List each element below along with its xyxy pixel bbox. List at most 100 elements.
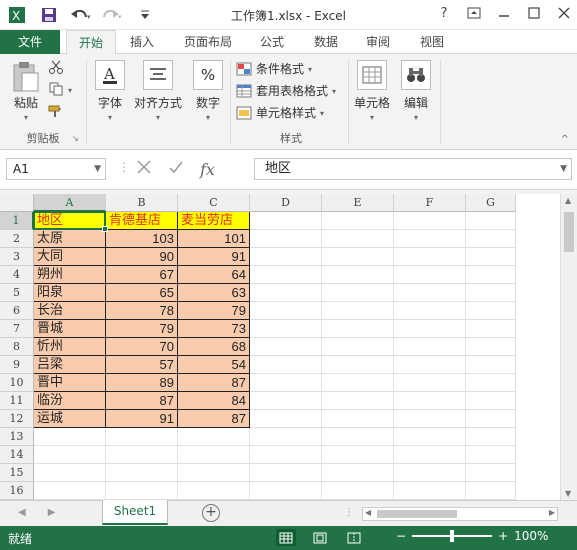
row-header-6[interactable]: 6 [0,302,34,320]
zoom-out-icon[interactable]: − [396,529,406,543]
name-box-dropdown-icon[interactable]: ▼ [94,159,101,179]
cell[interactable] [394,284,466,302]
horizontal-scrollbar[interactable]: ◀ ▶ [362,507,558,521]
row-header-1[interactable]: 1 [0,212,34,230]
cell[interactable] [466,266,516,284]
cell[interactable] [394,428,466,446]
header-cell-c1[interactable]: 麦当劳店 [178,212,250,230]
cell[interactable] [466,320,516,338]
cell[interactable] [394,230,466,248]
row-header-16[interactable]: 16 [0,482,34,500]
cell[interactable] [250,428,322,446]
cell[interactable] [466,230,516,248]
cell[interactable] [394,266,466,284]
cell[interactable] [322,374,394,392]
tab-review[interactable]: 审阅 [358,30,398,54]
row-header-5[interactable]: 5 [0,284,34,302]
cell[interactable] [34,428,106,446]
column-header-c[interactable]: C [178,194,250,212]
name-box[interactable]: A1 ▼ [6,158,106,180]
page-layout-view-icon[interactable] [310,529,330,546]
cell[interactable] [250,284,322,302]
row-header-9[interactable]: 9 [0,356,34,374]
row-header-13[interactable]: 13 [0,428,34,446]
data-cell-c11[interactable]: 84 [178,392,250,410]
zoom-level[interactable]: 100% [514,529,548,543]
cell[interactable] [250,320,322,338]
fill-handle[interactable] [102,226,108,232]
cell[interactable] [394,302,466,320]
cell[interactable] [466,428,516,446]
format-painter-button[interactable] [48,104,64,118]
cell[interactable] [466,464,516,482]
data-cell-a9[interactable]: 吕梁 [34,356,106,374]
data-cell-a8[interactable]: 忻州 [34,338,106,356]
conditional-format-button[interactable]: 条件格式 ▾ [236,60,312,77]
enter-icon[interactable] [168,159,184,179]
row-header-11[interactable]: 11 [0,392,34,410]
cell[interactable] [394,482,466,500]
paste-button[interactable]: 粘贴 ▾ [8,60,44,122]
cell[interactable] [466,446,516,464]
cell[interactable] [322,482,394,500]
cell[interactable] [466,338,516,356]
cell[interactable] [250,374,322,392]
cell[interactable] [466,248,516,266]
formula-input[interactable]: 地区 ▼ [254,158,572,180]
data-cell-c10[interactable]: 87 [178,374,250,392]
cell[interactable] [250,356,322,374]
zoom-in-icon[interactable]: + [498,529,508,543]
font-button[interactable]: A 字体 ▾ [92,60,128,122]
cell[interactable] [178,464,250,482]
data-cell-c5[interactable]: 63 [178,284,250,302]
scroll-left-icon[interactable]: ◀ [365,508,371,517]
data-cell-b2[interactable]: 103 [106,230,178,248]
cell[interactable] [322,446,394,464]
header-cell-b1[interactable]: 肯德基店 [106,212,178,230]
cell[interactable] [34,464,106,482]
data-cell-b4[interactable]: 67 [106,266,178,284]
row-header-15[interactable]: 15 [0,464,34,482]
copy-button[interactable]: ▾ [48,82,72,96]
data-cell-a3[interactable]: 大同 [34,248,106,266]
cell[interactable] [466,302,516,320]
cell[interactable] [322,338,394,356]
tab-page-layout[interactable]: 页面布局 [176,30,240,54]
row-header-8[interactable]: 8 [0,338,34,356]
cell[interactable] [394,464,466,482]
data-cell-a11[interactable]: 临汾 [34,392,106,410]
cell[interactable] [466,356,516,374]
tab-home[interactable]: 开始 [66,30,116,55]
format-as-table-button[interactable]: 套用表格格式 ▾ [236,82,336,99]
row-header-14[interactable]: 14 [0,446,34,464]
data-cell-b9[interactable]: 57 [106,356,178,374]
cancel-icon[interactable] [136,159,152,179]
cell[interactable] [394,248,466,266]
number-button[interactable]: % 数字 ▾ [190,60,226,122]
data-cell-b3[interactable]: 90 [106,248,178,266]
cell[interactable] [466,392,516,410]
help-icon[interactable]: ? [435,4,453,22]
cell[interactable] [250,410,322,428]
row-header-10[interactable]: 10 [0,374,34,392]
cell[interactable] [394,392,466,410]
cell[interactable] [394,338,466,356]
clipboard-launcher-icon[interactable]: ↘ [72,134,79,143]
tab-view[interactable]: 视图 [412,30,452,54]
cell[interactable] [106,482,178,500]
cell[interactable] [466,212,516,230]
close-icon[interactable] [555,4,573,22]
tab-data[interactable]: 数据 [306,30,346,54]
cell[interactable] [322,410,394,428]
row-header-2[interactable]: 2 [0,230,34,248]
cell[interactable] [250,248,322,266]
cell-styles-button[interactable]: 单元格样式 ▾ [236,104,324,121]
cell[interactable] [106,464,178,482]
data-cell-c8[interactable]: 68 [178,338,250,356]
data-cell-b10[interactable]: 89 [106,374,178,392]
data-cell-b12[interactable]: 91 [106,410,178,428]
cell[interactable] [250,446,322,464]
row-header-12[interactable]: 12 [0,410,34,428]
data-cell-c2[interactable]: 101 [178,230,250,248]
cell[interactable] [394,356,466,374]
